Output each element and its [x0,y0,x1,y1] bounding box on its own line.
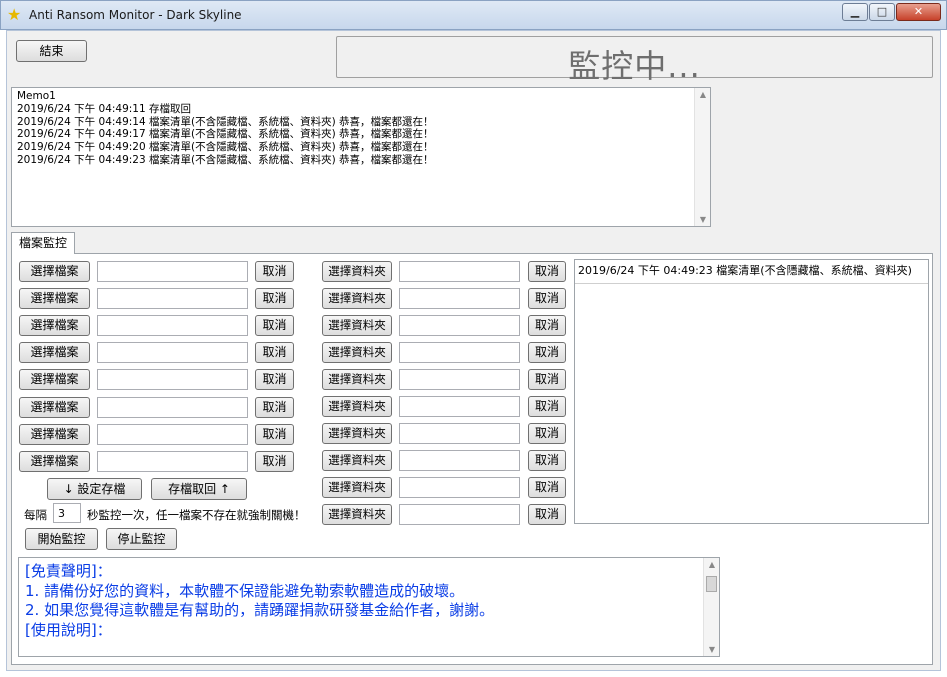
window-title: Anti Ransom Monitor - Dark Skyline [29,8,242,22]
select-file-button[interactable]: 選擇檔案 [19,396,90,418]
select-folder-button[interactable]: 選擇資料夾 [322,315,392,336]
folder-path-field[interactable] [399,261,520,282]
scroll-down-icon[interactable]: ▼ [695,215,710,224]
save-settings-button[interactable]: ↓ 設定存檔 [47,478,142,500]
load-settings-button[interactable]: 存檔取回 ↑ [151,478,247,500]
cancel-folder-button[interactable]: 取消 [528,504,566,525]
folder-path-field[interactable] [399,369,520,390]
notes-scrollbar[interactable]: ▲ ▼ [703,558,719,656]
memo-line: 2019/6/24 下午 04:49:23 檔案清單(不含隱藏檔、系統檔、資料夾… [17,153,434,166]
scroll-thumb[interactable] [706,576,717,592]
title-bar[interactable]: ★ Anti Ransom Monitor - Dark Skyline ▁ □… [0,0,947,30]
status-text: 監控中... [568,47,701,85]
select-file-button[interactable]: 選擇檔案 [19,261,90,282]
folder-path-field[interactable] [399,288,520,309]
notes-line: 2. 如果您覺得這軟體是有幫助的，請踴躍捐款研發基金給作者，謝謝。 [25,601,495,619]
select-folder-button[interactable]: 選擇資料夾 [322,396,392,417]
notes-lines: [免責聲明]： 1. 請備份好您的資料，本軟體不保證能避免勒索軟體造成的破壞。 2.… [25,562,494,640]
cancel-file-button[interactable]: 取消 [255,261,294,282]
file-path-field[interactable] [97,423,248,445]
minimize-button[interactable]: ▁ [842,3,868,21]
cancel-folder-button[interactable]: 取消 [528,423,566,444]
notes-line: 1. 請備份好您的資料，本軟體不保證能避免勒索軟體造成的破壞。 [25,581,465,600]
file-path-field[interactable] [97,342,248,364]
file-path-field[interactable] [97,261,248,282]
interval-prefix: 每隔 [24,508,47,522]
file-path-field[interactable] [97,450,248,472]
cancel-file-button[interactable]: 取消 [255,288,294,310]
folder-path-field[interactable] [399,423,520,444]
folder-path-field[interactable] [399,477,520,498]
select-folder-button[interactable]: 選擇資料夾 [322,504,392,525]
folder-path-field[interactable] [399,450,520,471]
folder-path-field[interactable] [399,504,520,525]
cancel-file-button[interactable]: 取消 [255,423,294,445]
memo-line: Memo1 [17,90,56,102]
cancel-folder-button[interactable]: 取消 [528,477,566,498]
memo-scrollbar[interactable]: ▲ ▼ [694,88,710,226]
scroll-down-icon[interactable]: ▼ [704,645,719,654]
cancel-file-button[interactable]: 取消 [255,369,294,391]
memo-lines: Memo1 2019/6/24 下午 04:49:11 存檔取回 2019/6/24… [17,90,434,167]
select-file-button[interactable]: 選擇檔案 [19,423,90,445]
stop-monitor-button[interactable]: 停止監控 [106,528,177,550]
memo-line: 2019/6/24 下午 04:49:11 存檔取回 [17,102,192,115]
scroll-up-icon[interactable]: ▲ [695,90,710,99]
notes-line: [使用說明]： [25,620,112,639]
cancel-folder-button[interactable]: 取消 [528,288,566,309]
file-path-field[interactable] [97,369,248,391]
folder-path-field[interactable] [399,396,520,417]
file-path-field[interactable] [97,288,248,310]
file-list-box[interactable]: 2019/6/24 下午 04:49:23 檔案清單(不含隱藏檔、系統檔、資料夾… [574,259,929,524]
folder-path-field[interactable] [399,342,520,363]
cancel-folder-button[interactable]: 取消 [528,342,566,363]
tab-file-monitor[interactable]: 檔案監控 [11,232,75,254]
cancel-folder-button[interactable]: 取消 [528,396,566,417]
end-button[interactable]: 結束 [16,40,87,62]
cancel-folder-button[interactable]: 取消 [528,369,566,390]
notes-line: [免責聲明]： [25,562,112,580]
cancel-file-button[interactable]: 取消 [255,396,294,418]
cancel-file-button[interactable]: 取消 [255,450,294,472]
memo-log[interactable]: Memo1 2019/6/24 下午 04:49:11 存檔取回 2019/6/24… [11,87,711,227]
cancel-folder-button[interactable]: 取消 [528,261,566,282]
cancel-folder-button[interactable]: 取消 [528,450,566,471]
cancel-file-button[interactable]: 取消 [255,342,294,364]
select-folder-button[interactable]: 選擇資料夾 [322,369,392,390]
select-file-button[interactable]: 選擇檔案 [19,450,90,472]
select-file-button[interactable]: 選擇檔案 [19,315,90,337]
select-folder-button[interactable]: 選擇資料夾 [322,477,392,498]
select-file-button[interactable]: 選擇檔案 [19,342,90,364]
start-monitor-button[interactable]: 開始監控 [25,528,98,550]
interval-suffix: 秒監控一次，任一檔案不存在就強制關機！ [87,508,306,522]
cancel-folder-button[interactable]: 取消 [528,315,566,336]
maximize-button[interactable]: □ [869,3,895,21]
close-button[interactable]: ✕ [896,3,941,21]
interval-input[interactable] [53,503,81,523]
memo-line: 2019/6/24 下午 04:49:20 檔案清單(不含隱藏檔、系統檔、資料夾… [17,141,434,154]
select-folder-button[interactable]: 選擇資料夾 [322,423,392,444]
select-folder-button[interactable]: 選擇資料夾 [322,450,392,471]
status-panel: 監控中... [336,36,933,85]
file-list-header: 2019/6/24 下午 04:49:23 檔案清單(不含隱藏檔、系統檔、資料夾… [575,260,928,284]
notes-box[interactable]: [免責聲明]： 1. 請備份好您的資料，本軟體不保證能避免勒索軟體造成的破壞。 2.… [18,557,720,657]
folder-path-field[interactable] [399,315,520,336]
file-path-field[interactable] [97,315,248,337]
file-path-field[interactable] [97,396,248,418]
cancel-file-button[interactable]: 取消 [255,315,294,337]
select-file-button[interactable]: 選擇檔案 [19,288,90,310]
star-icon: ★ [7,5,22,24]
memo-line: 2019/6/24 下午 04:49:17 檔案清單(不含隱藏檔、系統檔、資料夾… [17,128,434,141]
select-folder-button[interactable]: 選擇資料夾 [322,261,392,282]
select-folder-button[interactable]: 選擇資料夾 [322,288,392,309]
select-file-button[interactable]: 選擇檔案 [19,369,90,391]
scroll-up-icon[interactable]: ▲ [704,560,719,569]
memo-line: 2019/6/24 下午 04:49:14 檔案清單(不含隱藏檔、系統檔、資料夾… [17,115,434,128]
select-folder-button[interactable]: 選擇資料夾 [322,342,392,363]
